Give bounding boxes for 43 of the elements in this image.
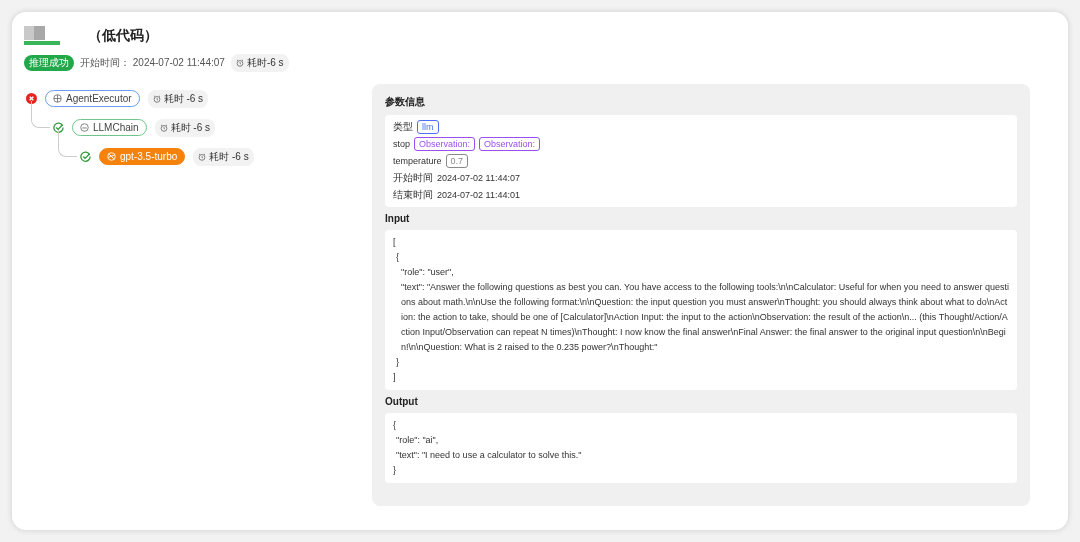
compass-icon [53,94,62,103]
connector-line [58,130,77,157]
code-line: { [393,419,397,432]
status-badge: 推理成功 [24,55,74,71]
param-value: 2024-07-02 11:44:07 [437,173,520,183]
link-circle-icon [80,123,89,132]
alarm-clock-icon [152,94,161,103]
param-tag: Observation: [414,137,476,151]
param-label: 类型 [393,120,413,134]
trace-node[interactable]: LLMChain [72,119,147,136]
page-title: （低代码） [88,27,158,45]
duration-badge: 耗时 -6 s [193,147,254,166]
duration-badge: 耗时 -6 s [147,89,209,108]
section-title: Input [385,213,411,224]
param-tag: Observation: [479,137,541,151]
duration-badge: 耗时-6 s [230,54,289,72]
section-title: Output [385,396,419,407]
param-value: 2024-07-02 11:44:01 [437,190,520,200]
section-title: 参数信息 [385,95,426,109]
code-line: } [395,356,400,369]
trace-node[interactable]: AgentExecutor [45,90,140,107]
globe-icon [107,152,116,161]
start-time: 开始时间： 2024-07-02 11:44:07 [80,56,225,70]
connector-line [31,101,50,128]
code-line: "text": "Answer the following questions as best you can. You have access to the following tools:\n\nCalculator: Useful for when you need to answer questions about math.\n\nUse the following format:\n\nQuestion: the input question you must answer\nThought: you should always think about what to do\nAction: the action to take, should be one of [Calculator]\nAction Input: the input to the action\nObservation: the result of the action\n... (this Thought/Action/Action Input/Observation can repeat N times)\nThought: I now know the final answer\nFinal Answer: the final answer to the original input question\n\nBegin!\n\nQuestion: What is 2 raised to the 0.235 power?\nThought:" [400,281,1009,354]
param-tag: llm [417,120,439,134]
logo [24,26,60,46]
alarm-clock-icon [159,123,168,132]
param-label: 结束时间 [393,188,433,202]
code-line: "text": "I need to use a calculator to solve this." [395,449,583,462]
param-label: stop [393,139,410,149]
duration-badge: 耗时 -6 s [154,118,216,137]
param-label: temperature [393,156,442,166]
code-line: } [393,464,397,477]
code-line: ] [393,371,397,384]
alarm-clock-icon [198,152,207,161]
code-line: { [395,251,400,264]
code-line: "role": "ai", [395,434,440,447]
param-label: 开始时间 [393,171,433,185]
param-tag: 0.7 [445,154,469,168]
code-line: "role": "user", [400,266,455,279]
code-line: [ [393,236,397,249]
alarm-clock-icon [235,59,244,67]
